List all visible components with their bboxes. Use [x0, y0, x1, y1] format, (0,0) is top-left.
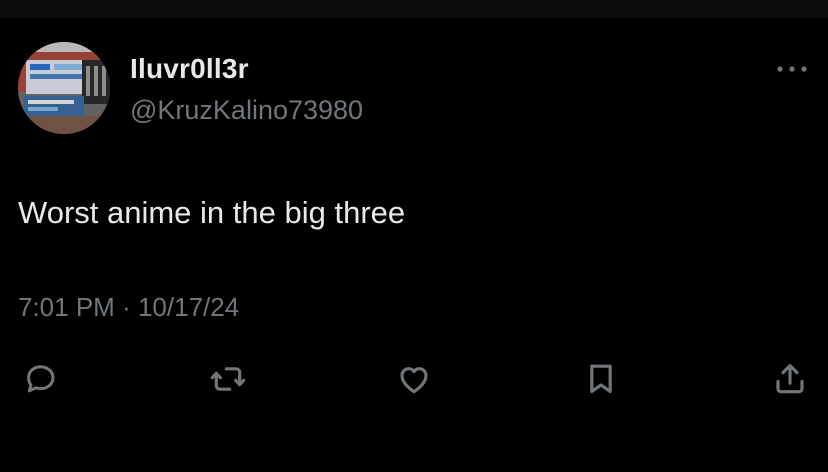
like-button[interactable]	[391, 356, 437, 402]
tweet-text: Worst anime in the big three	[18, 195, 406, 230]
top-strip	[0, 0, 828, 18]
bookmark-button[interactable]	[578, 356, 624, 402]
more-options-button[interactable]	[770, 55, 814, 83]
retweet-icon	[210, 367, 246, 391]
avatar[interactable]	[18, 42, 110, 134]
tweet-time[interactable]: 7:01 PM	[18, 292, 115, 322]
action-bar	[0, 356, 828, 402]
tweet-meta: 7:01 PM · 10/17/24	[18, 292, 239, 323]
share-upload-icon	[776, 364, 804, 394]
bookmark-icon	[590, 364, 612, 394]
reply-bubble-icon	[27, 365, 55, 393]
display-name[interactable]: Iluvr0ll3r	[130, 53, 249, 85]
reply-button[interactable]	[17, 356, 63, 402]
user-handle[interactable]: @KruzKalino73980	[130, 95, 363, 126]
meta-separator: ·	[122, 292, 131, 322]
tweet-date[interactable]: 10/17/24	[138, 292, 239, 322]
retweet-button[interactable]	[205, 356, 251, 402]
avatar-photo	[18, 42, 110, 134]
share-button[interactable]	[767, 356, 813, 402]
more-dots-icon	[777, 66, 807, 72]
heart-icon	[400, 367, 428, 394]
